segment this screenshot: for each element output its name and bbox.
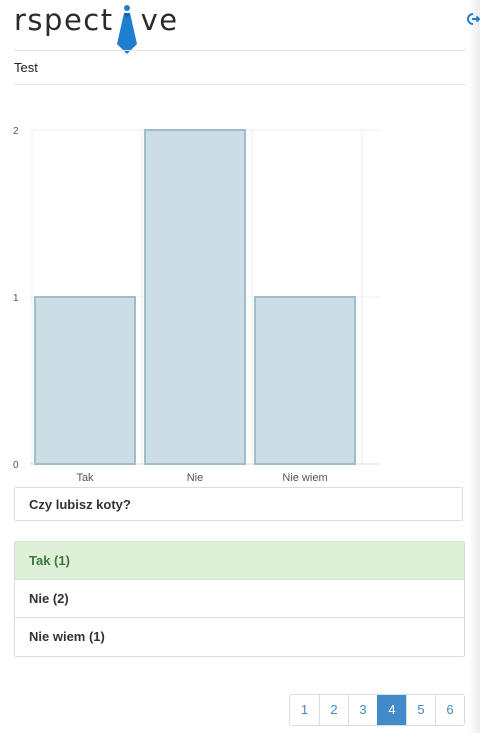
logo[interactable]: rspect ve bbox=[14, 2, 179, 54]
results-bar-chart: 0 1 2 Tak Nie Nie wiem bbox=[13, 126, 380, 484]
y-tick-label: 1 bbox=[13, 293, 19, 304]
logo-text-prefix: rspect bbox=[14, 3, 114, 37]
page-edge bbox=[468, 0, 480, 733]
pagination: 123456 bbox=[289, 694, 465, 726]
logo-text-suffix: ve bbox=[140, 3, 179, 37]
y-tick-label: 0 bbox=[13, 460, 19, 471]
page-6-button[interactable]: 6 bbox=[435, 695, 464, 725]
bar-tak bbox=[34, 296, 136, 465]
answer-list: Tak (1) Nie (2) Nie wiem (1) bbox=[14, 541, 465, 657]
answer-item[interactable]: Nie wiem (1) bbox=[15, 618, 464, 656]
y-tick-label: 2 bbox=[13, 126, 19, 137]
x-tick-label: Tak bbox=[76, 472, 94, 484]
answer-item[interactable]: Nie (2) bbox=[15, 580, 464, 618]
question-text: Czy lubisz koty? bbox=[14, 487, 463, 521]
page-1-button[interactable]: 1 bbox=[290, 695, 319, 725]
section-title: Test bbox=[14, 60, 38, 75]
logout-icon[interactable] bbox=[466, 12, 480, 26]
x-tick-label: Nie wiem bbox=[282, 472, 327, 484]
page-2-button[interactable]: 2 bbox=[319, 695, 348, 725]
bar-nie-wiem bbox=[254, 296, 356, 465]
title-divider bbox=[14, 84, 466, 85]
tie-icon bbox=[116, 5, 137, 54]
bar-nie bbox=[144, 129, 246, 465]
header-divider bbox=[14, 50, 466, 51]
page-3-button[interactable]: 3 bbox=[348, 695, 377, 725]
answer-item[interactable]: Tak (1) bbox=[15, 542, 464, 580]
x-tick-label: Nie bbox=[187, 472, 204, 484]
page-4-button[interactable]: 4 bbox=[377, 695, 406, 725]
page-5-button[interactable]: 5 bbox=[406, 695, 435, 725]
